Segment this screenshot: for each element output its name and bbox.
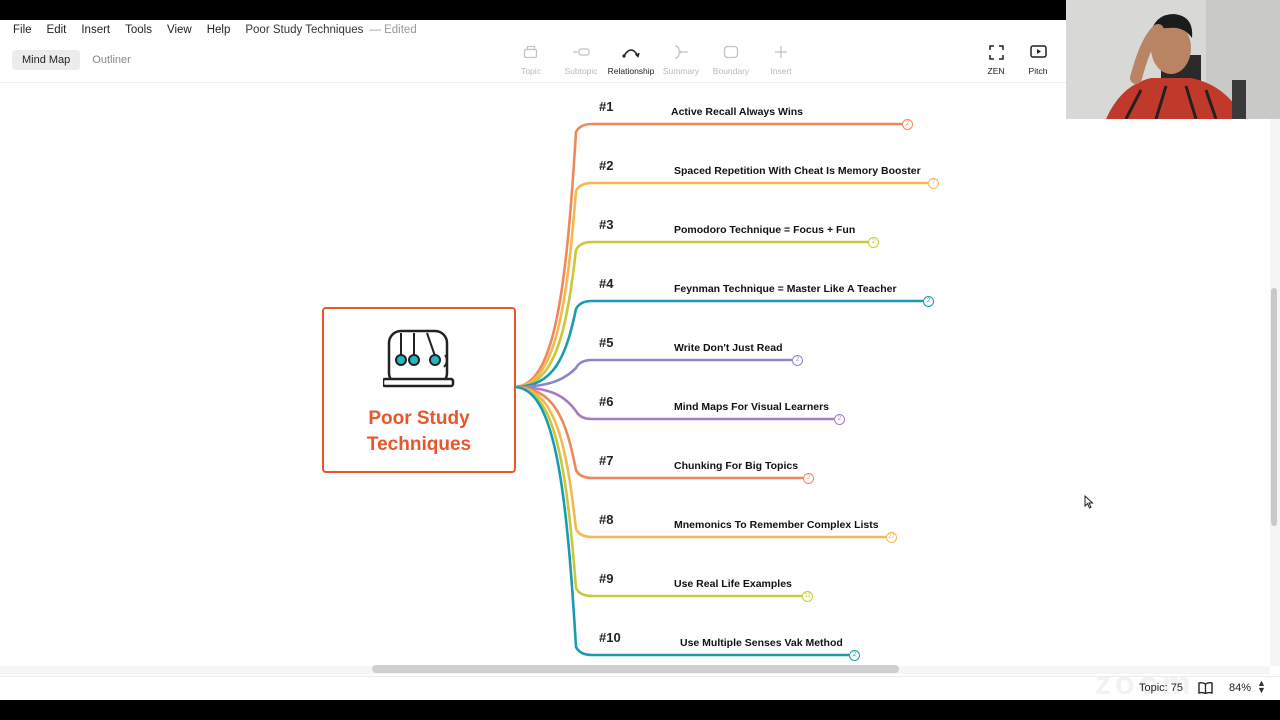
branch-number: #7 [599, 453, 614, 468]
collapsed-count-badge[interactable]: 2 [849, 650, 860, 661]
collapsed-count-badge[interactable]: 2 [868, 237, 879, 248]
pitch-button[interactable]: Pitch [1017, 42, 1059, 76]
zoom-stepper-icon[interactable]: ▲ ▼ [1257, 679, 1266, 695]
zen-label: ZEN [987, 66, 1005, 76]
branch-number: #2 [599, 158, 614, 173]
topic-button[interactable]: Topic [506, 42, 556, 76]
collapsed-count-badge[interactable]: 7 [928, 178, 939, 189]
menu-bar: File Edit Insert Tools View Help Poor St… [0, 20, 417, 40]
branch-number: #3 [599, 217, 614, 232]
branch-number: #4 [599, 276, 614, 291]
branch-number: #5 [599, 335, 614, 350]
central-topic-line-1: Poor Study [368, 408, 470, 429]
plus-icon [774, 42, 788, 62]
insert-label: Insert [770, 66, 792, 76]
menu-tools[interactable]: Tools [125, 24, 152, 36]
branch-number: #10 [599, 630, 621, 645]
collapsed-count-badge[interactable]: 11 [802, 591, 813, 602]
branch-topic[interactable]: Chunking For Big Topics [674, 460, 798, 472]
relationship-button[interactable]: Relationship [606, 42, 656, 76]
branch-topic[interactable]: Feynman Technique = Master Like A Teache… [674, 283, 897, 295]
menu-insert[interactable]: Insert [81, 24, 110, 36]
branch-line [513, 358, 792, 389]
boundary-button[interactable]: Boundary [706, 42, 756, 76]
branch-topic[interactable]: Use Real Life Examples [674, 578, 792, 590]
relationship-icon [622, 42, 640, 62]
branch-topic[interactable]: Pomodoro Technique = Focus + Fun [674, 224, 855, 236]
status-bar: Topic: 75 84% ▲ ▼ [0, 676, 1280, 701]
collapsed-count-badge[interactable]: 2 [923, 296, 934, 307]
insert-toolbar: Topic Subtopic Relationship Summary Boun… [506, 42, 806, 76]
branch-topic[interactable]: Write Don't Just Read [674, 342, 782, 354]
collapsed-count-badge[interactable]: 2 [792, 355, 803, 366]
branch-topic[interactable]: Mind Maps For Visual Learners [674, 401, 829, 413]
horizontal-scrollbar-thumb[interactable] [372, 665, 899, 673]
menu-file[interactable]: File [13, 24, 32, 36]
central-topic-line-2: Techniques [366, 434, 472, 455]
topic-icon [523, 42, 539, 62]
bottom-black-bar [0, 700, 1280, 720]
subtopic-label: Subtopic [564, 66, 598, 76]
branch-number: #9 [599, 571, 614, 586]
collapsed-count-badge[interactable]: 27 [886, 532, 897, 543]
edited-status: — Edited [369, 24, 417, 36]
book-icon[interactable] [1198, 681, 1213, 697]
branch-topic[interactable]: Mnemonics To Remember Complex Lists [674, 519, 879, 531]
branch-number: #8 [599, 512, 614, 527]
collapsed-count-badge[interactable]: 2 [834, 414, 845, 425]
document-title: Poor Study Techniques [245, 24, 364, 36]
menu-view[interactable]: View [167, 24, 192, 36]
pitch-label: Pitch [1028, 66, 1048, 76]
newtons-cradle-icon [381, 329, 455, 394]
tab-outliner[interactable]: Outliner [82, 50, 141, 70]
branch-topic[interactable]: Use Multiple Senses Vak Method [680, 637, 843, 649]
webcam-overlay [1066, 0, 1280, 119]
fullscreen-icon [988, 42, 1004, 62]
branch-lines [513, 122, 928, 657]
boundary-label: Boundary [712, 66, 750, 76]
central-topic-title: Poor Study Techniques [344, 406, 494, 458]
vertical-scrollbar-thumb[interactable] [1271, 288, 1277, 526]
tab-mind-map[interactable]: Mind Map [12, 50, 81, 70]
mouse-cursor-icon [1084, 495, 1094, 509]
topic-label: Topic [521, 66, 541, 76]
play-screen-icon [1029, 42, 1047, 62]
summary-button[interactable]: Summary [656, 42, 706, 76]
zoom-level[interactable]: 84% [1229, 682, 1251, 694]
insert-button[interactable]: Insert [756, 42, 806, 76]
zen-button[interactable]: ZEN [975, 42, 1017, 76]
collapsed-count-badge[interactable]: 2 [902, 119, 913, 130]
central-topic[interactable]: Poor Study Techniques [322, 307, 516, 473]
branch-number: #1 [599, 99, 614, 114]
branch-topic[interactable]: Spaced Repetition With Cheat Is Memory B… [674, 165, 921, 177]
branch-line [513, 240, 868, 389]
view-tabs: Mind Map Outliner [12, 50, 143, 70]
subtopic-icon [572, 42, 590, 62]
mode-toolbar: ZEN Pitch [975, 42, 1059, 76]
boundary-icon [723, 42, 739, 62]
mind-map-canvas[interactable]: Poor Study Techniques #1 Active Recall Al… [0, 83, 1268, 666]
collapsed-count-badge[interactable]: 2 [803, 473, 814, 484]
subtopic-button[interactable]: Subtopic [556, 42, 606, 76]
relationship-label: Relationship [607, 66, 655, 76]
zoom-watermark: zoom [1095, 665, 1195, 701]
xmind-app-window: File Edit Insert Tools View Help Poor St… [0, 20, 1280, 701]
summary-label: Summary [662, 66, 700, 76]
summary-icon [673, 42, 689, 62]
menu-edit[interactable]: Edit [47, 24, 67, 36]
branch-topic[interactable]: Active Recall Always Wins [671, 106, 803, 118]
branch-number: #6 [599, 394, 614, 409]
menu-help[interactable]: Help [207, 24, 231, 36]
